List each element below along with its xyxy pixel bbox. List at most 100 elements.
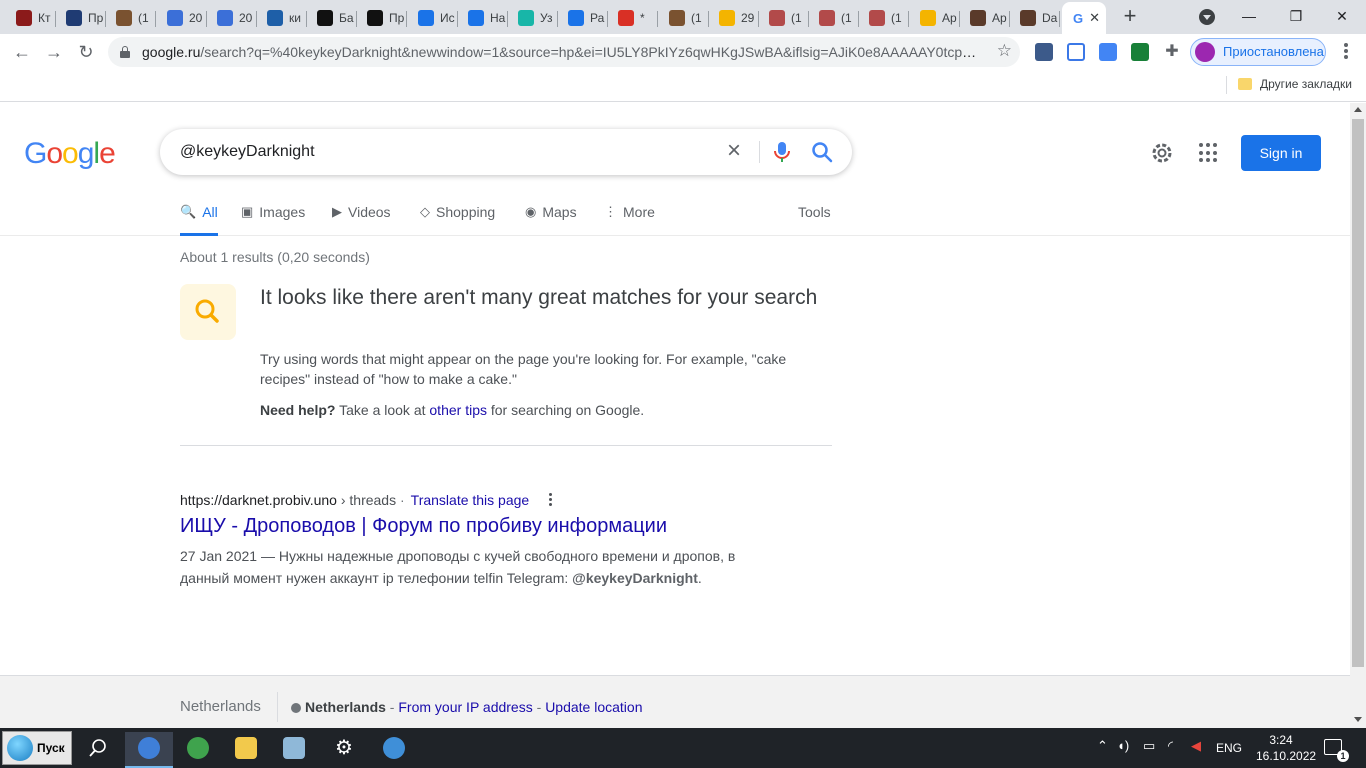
browser-tab[interactable]: Ра — [560, 4, 608, 32]
search-tab-videos[interactable]: ▶ Videos — [332, 203, 391, 235]
reload-button[interactable]: ↻ — [74, 40, 98, 64]
tab-search-icon[interactable] — [1199, 9, 1215, 25]
tab-label: Пр — [88, 11, 104, 25]
tray-battery-icon[interactable]: ▭ — [1143, 738, 1155, 754]
browser-tab[interactable]: Пр — [58, 4, 106, 32]
bookmarks-separator — [1226, 76, 1227, 94]
browser-tab[interactable]: Ар — [912, 4, 960, 32]
notes-icon — [283, 737, 305, 759]
search-tab-more[interactable]: ⋮ More — [604, 203, 655, 235]
page-scrollbar[interactable] — [1350, 103, 1366, 728]
restore-button[interactable]: ❐ — [1284, 5, 1308, 27]
lock-icon[interactable] — [120, 46, 130, 58]
browser-tab[interactable]: * — [610, 4, 658, 32]
address-bar[interactable]: google.ru/search?q=%40keykeyDarknight&ne… — [108, 37, 1020, 67]
language-indicator[interactable]: ENG — [1216, 741, 1242, 755]
download-extension-icon[interactable] — [1035, 43, 1053, 61]
taskbar-settings-app[interactable]: ⚙ — [320, 732, 368, 768]
browser-tab[interactable]: (1 — [761, 4, 809, 32]
taskbar-explorer-app[interactable] — [222, 732, 270, 768]
other-bookmarks-label[interactable]: Другие закладки — [1260, 77, 1352, 91]
settings-gear-icon[interactable] — [1150, 141, 1174, 165]
translate-link[interactable]: Translate this page — [411, 492, 530, 508]
browser-tab[interactable]: На — [460, 4, 508, 32]
bookmark-star-icon[interactable]: ☆ — [997, 41, 1012, 61]
url-text[interactable]: google.ru/search?q=%40keykeyDarknight&ne… — [142, 44, 982, 60]
start-button[interactable]: Пуск — [2, 731, 72, 765]
clear-search-icon[interactable]: × — [722, 139, 746, 164]
taskbar-chrome-app[interactable] — [125, 732, 173, 768]
browser-tab[interactable]: Ба — [309, 4, 357, 32]
browser-tab[interactable]: 29 — [711, 4, 759, 32]
tray-speaker-icon[interactable]: ◖) — [1117, 738, 1129, 753]
taskbar-utorrent-app[interactable] — [174, 732, 222, 768]
search-tab-maps[interactable]: ◉ Maps — [525, 203, 577, 235]
other-tips-link[interactable]: other tips — [429, 402, 487, 418]
globe-icon — [383, 737, 405, 759]
footer-separator — [277, 692, 278, 722]
search-tab-images[interactable]: ▣ Images — [241, 203, 305, 235]
active-tab[interactable]: G ✕ — [1062, 2, 1106, 34]
google-logo[interactable]: Google — [24, 137, 116, 171]
new-tab-button[interactable]: + — [1118, 5, 1142, 29]
taskbar: Пуск ⚙ ⌃ ◖) ▭ ◜ ◀ ENG 3:24 16.10.2022 1 — [0, 728, 1366, 768]
browser-tab[interactable]: (1 — [811, 4, 859, 32]
page: Google × Sign in 🔍All▣Images▶Vid — [0, 103, 1350, 728]
tab-label: Da — [1042, 11, 1058, 25]
search-input[interactable] — [180, 141, 720, 163]
browser-tab[interactable]: (1 — [861, 4, 909, 32]
google-apps-icon[interactable] — [1199, 143, 1219, 163]
tab-label: 20 — [189, 11, 203, 25]
result-more-icon[interactable] — [549, 493, 553, 507]
tools-button[interactable]: Tools — [798, 204, 831, 220]
scroll-up-icon[interactable] — [1354, 107, 1362, 112]
search-tab-shopping[interactable]: ◇ Shopping — [420, 203, 495, 235]
taskbar-app-4[interactable] — [270, 732, 318, 768]
update-location-link[interactable]: Update location — [545, 699, 642, 715]
scroll-down-icon[interactable] — [1354, 717, 1362, 722]
close-tab-icon[interactable]: ✕ — [1089, 10, 1100, 26]
mail-extension-icon[interactable] — [1067, 43, 1085, 61]
clock[interactable]: 3:24 16.10.2022 — [1256, 732, 1316, 764]
sign-in-button[interactable]: Sign in — [1241, 135, 1321, 171]
notification-center-icon[interactable]: 1 — [1324, 739, 1349, 762]
forward-button[interactable]: → — [42, 40, 66, 64]
tray-volume-muted-icon[interactable]: ◀ — [1191, 738, 1201, 754]
browser-tab[interactable]: Ар — [962, 4, 1010, 32]
browser-tab[interactable]: (1 — [661, 4, 709, 32]
browser-tab[interactable]: (1 — [108, 4, 156, 32]
browser-tab[interactable]: Кт — [8, 4, 56, 32]
browser-tab[interactable]: 20 — [159, 4, 207, 32]
browser-tab[interactable]: ки — [259, 4, 307, 32]
browser-tab[interactable]: Da — [1012, 4, 1060, 32]
tray-wifi-icon[interactable]: ◜ — [1168, 738, 1173, 754]
avatar — [1195, 42, 1215, 62]
folder-icon[interactable] — [1238, 78, 1252, 90]
search-tab-all[interactable]: 🔍 All — [180, 203, 218, 236]
tray-chevron-icon[interactable]: ⌃ — [1097, 738, 1108, 754]
browser-tab[interactable]: Пр — [359, 4, 407, 32]
minimize-button[interactable]: — — [1237, 5, 1261, 27]
close-window-button[interactable]: ✕ — [1330, 5, 1354, 27]
profile-button[interactable]: Приостановлена — [1190, 38, 1326, 66]
taskbar-search-icon[interactable] — [88, 738, 108, 758]
search-tab-icon: ◉ — [525, 204, 537, 219]
browser-tab[interactable]: Ис — [410, 4, 458, 32]
browser-menu-icon[interactable] — [1344, 43, 1348, 61]
scroll-thumb[interactable] — [1352, 119, 1364, 667]
browser-tab[interactable]: Уз — [510, 4, 558, 32]
extensions-puzzle-icon[interactable]: ✚ — [1163, 43, 1181, 61]
tab-favicon-icon — [418, 10, 434, 26]
ip-address-link[interactable]: From your IP address — [398, 699, 532, 715]
back-button[interactable]: ← — [10, 40, 34, 64]
tip-icon-box — [180, 284, 236, 340]
green-extension-icon[interactable] — [1131, 43, 1149, 61]
result-stats: About 1 results (0,20 seconds) — [180, 249, 370, 265]
search-icon[interactable] — [811, 141, 833, 163]
microphone-icon[interactable] — [772, 141, 792, 163]
taskbar-app-6[interactable] — [370, 732, 418, 768]
result-url[interactable]: https://darknet.probiv.uno › threads · Tr… — [180, 492, 529, 508]
browser-tab[interactable]: 20 — [209, 4, 257, 32]
result-title-link[interactable]: ИЩУ - Дроповодов | Форум по пробиву инфо… — [180, 515, 667, 538]
translate-extension-icon[interactable] — [1099, 43, 1117, 61]
